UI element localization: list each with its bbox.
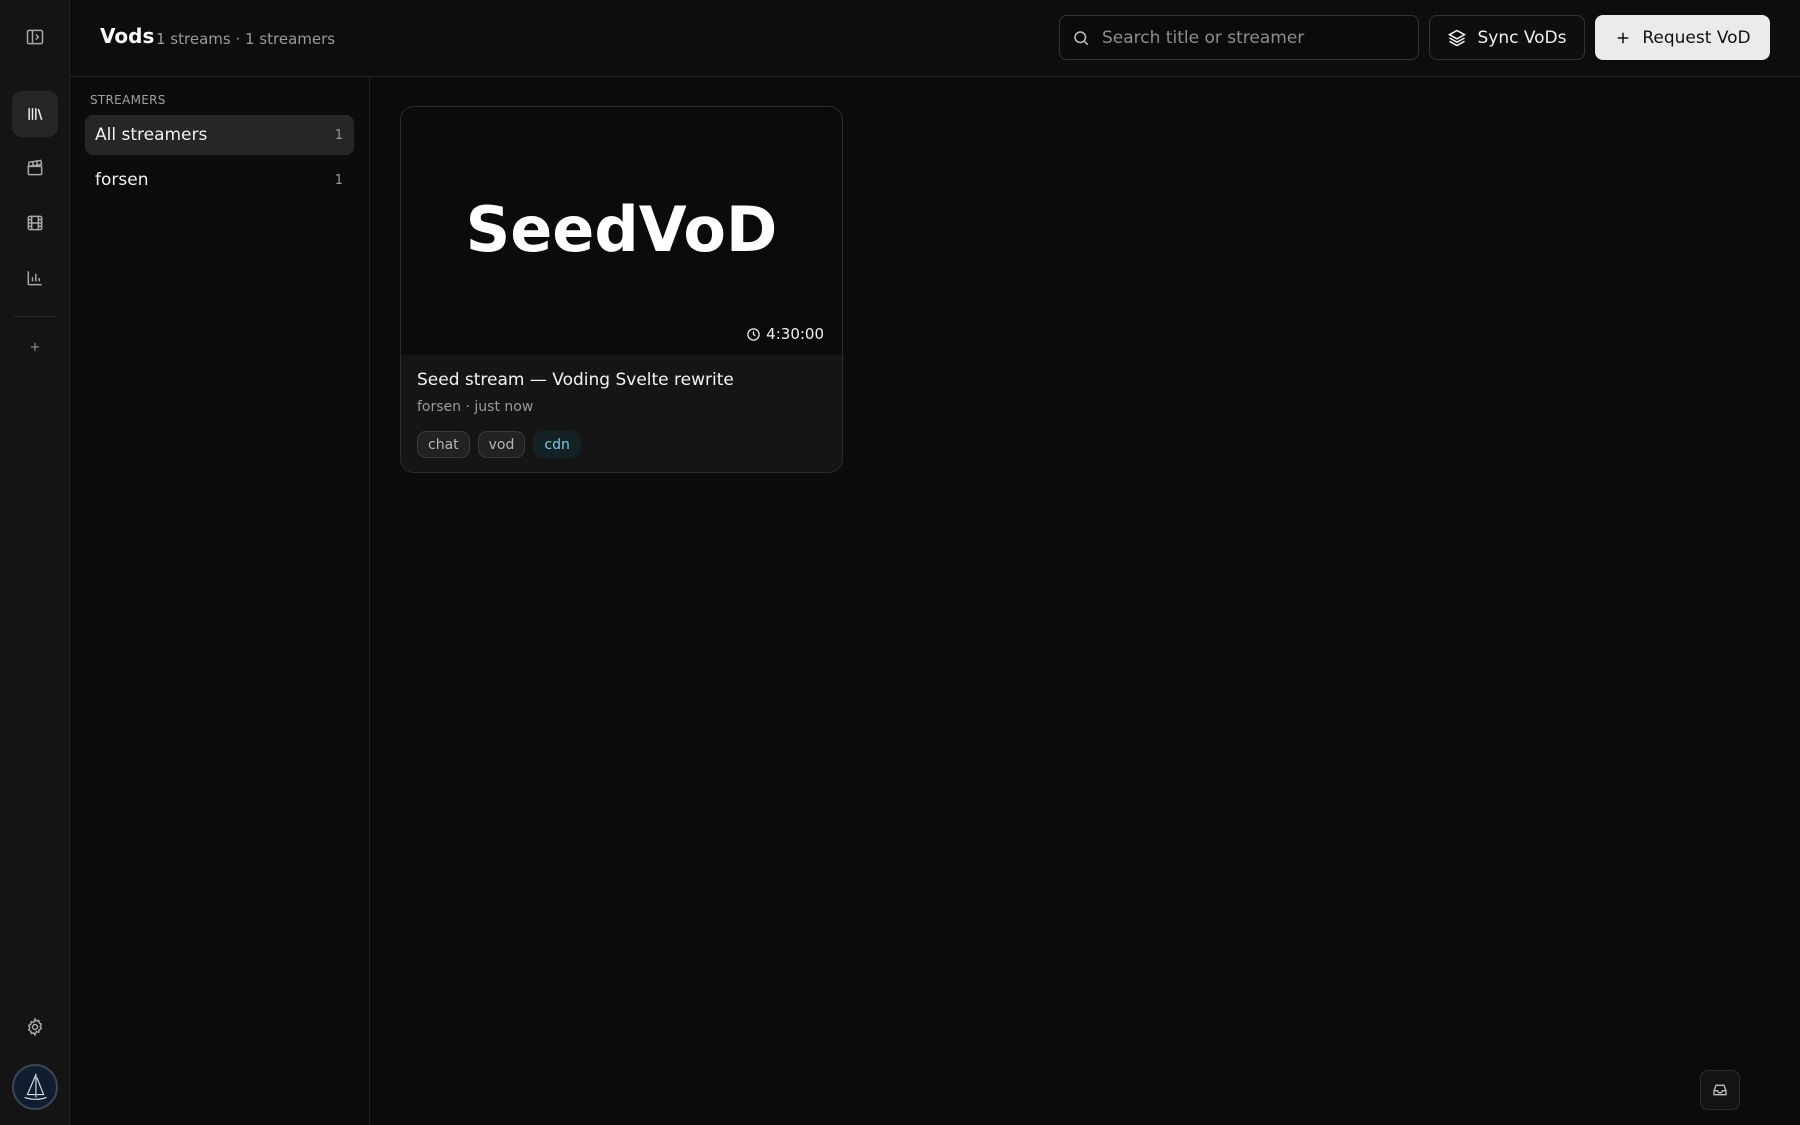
streamer-item-forsen[interactable]: forsen 1	[85, 160, 354, 200]
avatar[interactable]	[12, 1064, 58, 1110]
bar-chart-icon	[27, 271, 42, 286]
search-box[interactable]	[1059, 15, 1419, 60]
settings-button[interactable]	[12, 1004, 58, 1050]
sailboat-icon	[24, 1073, 47, 1100]
clapperboard-icon	[27, 159, 43, 176]
streamers-heading: STREAMERS	[90, 93, 166, 107]
request-vod-label: Request VoD	[1642, 27, 1751, 48]
duration-badge: 4:30:00	[746, 325, 824, 343]
plus-icon	[1618, 32, 1629, 43]
vod-subtitle: forsen · just now	[417, 399, 534, 415]
inbox-button[interactable]	[1700, 1070, 1740, 1110]
duration-text: 4:30:00	[766, 325, 824, 343]
request-vod-button[interactable]: Request VoD	[1595, 15, 1770, 60]
vod-thumbnail[interactable]: SeedVoD 4:30:00	[401, 107, 842, 355]
nav-library-button[interactable]	[12, 91, 58, 137]
clock-icon	[747, 327, 760, 341]
nav-clips-button[interactable]	[12, 145, 58, 191]
vod-card[interactable]: SeedVoD 4:30:00 Seed stream — Voding Sve…	[400, 106, 843, 473]
streamer-item-all[interactable]: All streamers 1	[85, 115, 354, 155]
page-meta: 1 streams · 1 streamers	[156, 30, 336, 48]
tag-vod: vod	[477, 431, 526, 458]
gear-icon	[27, 1017, 43, 1037]
vod-title[interactable]: Seed stream — Voding Svelte rewrite	[417, 370, 734, 390]
page-title: Vods	[100, 24, 155, 48]
streamer-count: 1	[334, 172, 343, 188]
layers-icon	[1448, 29, 1467, 46]
streamer-name: forsen	[95, 170, 149, 190]
rail-divider	[14, 316, 56, 317]
tag-list: chat vod cdn	[417, 431, 581, 458]
sidebar-toggle-button[interactable]	[12, 14, 58, 60]
nav-videos-button[interactable]	[12, 200, 58, 246]
search-icon	[1074, 30, 1089, 45]
plus-icon	[30, 342, 40, 352]
thumbnail-text: SeedVoD	[465, 193, 778, 266]
add-button[interactable]	[12, 324, 58, 370]
inbox-icon	[1713, 1084, 1727, 1096]
sidebar-toggle-icon	[26, 29, 44, 45]
sync-vods-button[interactable]: Sync VoDs	[1429, 15, 1585, 60]
library-icon	[28, 108, 43, 121]
film-icon	[27, 215, 43, 231]
streamers-sidebar: STREAMERS All streamers 1 forsen 1	[70, 77, 370, 1125]
tag-cdn: cdn	[533, 431, 581, 458]
streamer-name: All streamers	[95, 125, 208, 145]
tag-chat: chat	[417, 431, 470, 458]
nav-stats-button[interactable]	[12, 255, 58, 301]
streamer-count: 1	[334, 127, 343, 143]
search-input[interactable]	[1102, 27, 1402, 48]
sync-vods-label: Sync VoDs	[1477, 27, 1567, 48]
nav-rail	[0, 0, 70, 1125]
top-header: Vods 1 streams · 1 streamers Sync VoDs R…	[70, 0, 1800, 77]
